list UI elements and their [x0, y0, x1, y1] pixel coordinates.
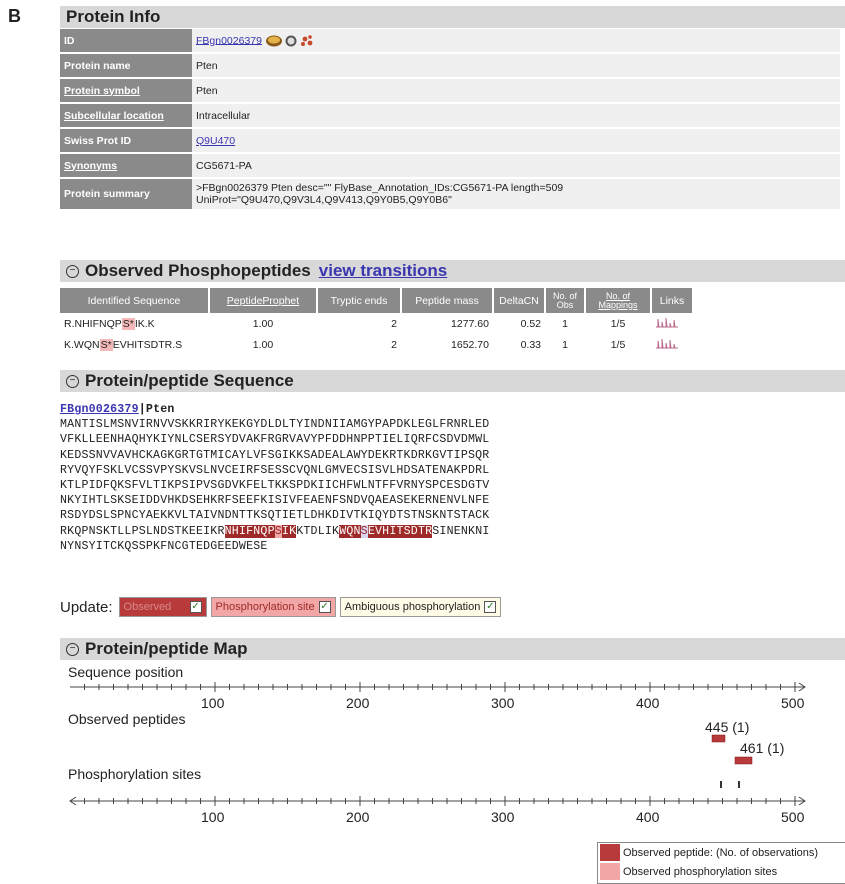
axis-tick-label: 100	[201, 809, 225, 825]
phospho-site-mark[interactable]	[738, 781, 740, 788]
legend-row: Observed phosphorylation sites	[598, 862, 845, 881]
observed-peptide-bar[interactable]	[734, 756, 753, 765]
axis-tick-label: 200	[346, 809, 370, 825]
peptide-map-svg	[69, 682, 806, 806]
axis-tick-label: 300	[491, 695, 515, 711]
legend-swatch	[600, 863, 620, 880]
sequence-axis-top	[70, 682, 806, 692]
peptide-label: 445 (1)	[705, 719, 750, 735]
axis-tick-label: 200	[346, 695, 370, 711]
legend-row: Observed peptide: (No. of observations)	[598, 843, 845, 862]
axis-tick-label: 100	[201, 695, 225, 711]
legend-label: Observed peptide: (No. of observations)	[623, 846, 819, 859]
observed-peptide-bar[interactable]	[711, 734, 726, 743]
peptide-label: 461 (1)	[740, 740, 785, 756]
axis-tick-label: 500	[781, 809, 805, 825]
map-legend: Observed peptide: (No. of observations) …	[597, 842, 845, 884]
sequence-axis-bottom	[69, 796, 806, 806]
axis-tick-label: 400	[636, 695, 660, 711]
phospho-site-mark[interactable]	[720, 781, 722, 788]
axis-tick-label: 400	[636, 809, 660, 825]
legend-label: Observed phosphorylation sites	[623, 865, 778, 878]
legend-swatch	[600, 844, 620, 861]
axis-tick-label: 300	[491, 809, 515, 825]
axis-tick-label: 500	[781, 695, 805, 711]
